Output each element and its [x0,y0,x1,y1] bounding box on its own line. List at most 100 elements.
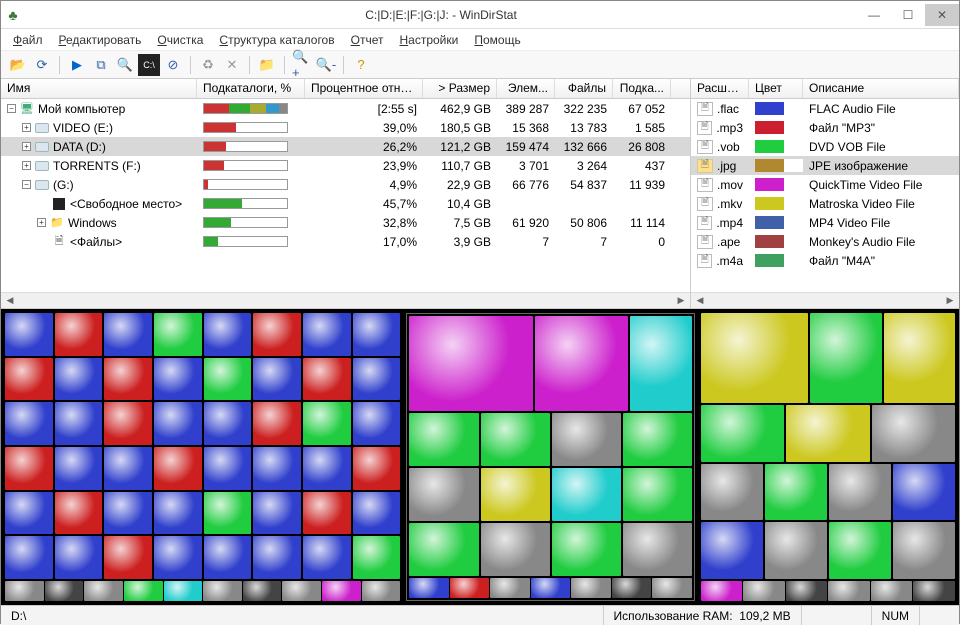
tree-row[interactable]: +VIDEO (E:)39,0%180,5 GB15 36813 7831 58… [1,118,690,137]
app-icon: ♣ [1,7,25,23]
ext-name: .m4a [716,254,743,268]
play-icon[interactable]: ▶ [66,54,88,76]
directory-tree-pane: Имя Подкаталоги, % Процентное отно... > … [1,79,691,308]
col-name[interactable]: Имя [1,79,197,98]
pct-bar [203,236,288,247]
ext-name: .mkv [717,197,742,211]
menu-structure[interactable]: Структура каталогов [213,31,340,49]
color-swatch [755,254,803,267]
explorer-icon[interactable]: 🔍 [114,54,136,76]
tree-row[interactable]: <Свободное место>45,7%10,4 GB [1,194,690,213]
cmd-icon[interactable]: C:\ [138,54,160,76]
row-sub: 67 052 [613,102,671,116]
zoom-in-icon[interactable]: 🔍+ [291,54,313,76]
col-pct[interactable]: Процентное отно... [305,79,423,98]
tree-row[interactable]: −(G:)4,9%22,9 GB66 77654 83711 939 [1,175,690,194]
row-pct: 39,0% [305,121,423,135]
recycle-icon[interactable]: ♻ [197,54,219,76]
tree-row[interactable]: +DATA (D:)26,2%121,2 GB159 474132 66626 … [1,137,690,156]
menu-file[interactable]: Файл [7,31,49,49]
ext-name: .flac [717,102,739,116]
tree-row[interactable]: +📁Windows32,8%7,5 GB61 92050 80611 114 [1,213,690,232]
color-swatch [755,216,803,229]
color-swatch [755,121,803,134]
scroll-left-icon[interactable]: ◀ [693,294,707,308]
col-color[interactable]: Цвет [749,79,803,98]
menu-settings[interactable]: Настройки [393,31,464,49]
filetype-icon: 🗎 [697,254,712,268]
ext-row[interactable]: 🗎.movQuickTime Video File [691,175,959,194]
statusbar: D:\ Использование RAM: 109,2 MB NUM [1,605,959,625]
color-swatch [755,235,803,248]
cancel-icon[interactable]: ✕ [221,54,243,76]
color-swatch [755,197,803,210]
row-pct: 23,9% [305,159,423,173]
maximize-button[interactable]: ☐ [891,4,925,26]
minimize-button[interactable]: — [857,4,891,26]
ext-row[interactable]: 🗎.apeMonkey's Audio File [691,232,959,251]
col-desc[interactable]: Описание [803,79,959,98]
ext-desc: Файл "MP3" [803,121,959,135]
ext-name: .mp3 [716,121,743,135]
row-size: 7,5 GB [423,216,497,230]
scroll-right-icon[interactable]: ▶ [943,294,957,308]
expander-icon[interactable]: + [37,218,46,227]
tree-hscroll[interactable]: ◀ ▶ [1,292,690,308]
help-icon[interactable]: ? [350,54,372,76]
ext-desc: Matroska Video File [803,197,959,211]
expander-icon[interactable]: − [22,180,31,189]
row-sub: 1 585 [613,121,671,135]
menu-edit[interactable]: Редактировать [53,31,148,49]
ext-row[interactable]: 🗎.m4aФайл "M4A" [691,251,959,270]
col-files[interactable]: Файлы [555,79,613,98]
ext-name: .ape [717,235,740,249]
expander-icon[interactable]: + [22,161,31,170]
tree-row[interactable]: +TORRENTS (F:)23,9%110,7 GB3 7013 264437 [1,156,690,175]
open-icon[interactable]: 📂 [7,54,29,76]
scroll-right-icon[interactable]: ▶ [674,294,688,308]
folder-icon[interactable]: 📁 [256,54,278,76]
col-subfolders[interactable]: Подка... [613,79,671,98]
filetype-icon: 🗎 [697,102,713,116]
separator [343,56,344,74]
status-ram: Использование RAM: 109,2 MB [603,606,801,625]
ext-row[interactable]: 🗎.vobDVD VOB File [691,137,959,156]
menu-report[interactable]: Отчет [345,31,390,49]
ext-row[interactable]: 🗎.jpgJPE изображение [691,156,959,175]
scroll-left-icon[interactable]: ◀ [3,294,17,308]
pct-bar [203,179,288,190]
col-subfolders-pct[interactable]: Подкаталоги, % [197,79,305,98]
treemap-pane-3[interactable] [701,313,955,601]
separator [249,56,250,74]
expander-icon[interactable]: + [22,142,31,151]
ext-row[interactable]: 🗎 .mkv Matroska Video File [691,194,959,213]
refresh-icon[interactable]: ⟳ [31,54,53,76]
menu-help[interactable]: Помощь [468,31,526,49]
treemap-pane-1[interactable] [5,313,400,601]
ext-hscroll[interactable]: ◀ ▶ [691,292,959,308]
ext-row[interactable]: 🗎.mp3Файл "MP3" [691,118,959,137]
drive-icon [35,159,49,173]
tree-row[interactable]: 🗎<Файлы>17,0%3,9 GB770 [1,232,690,251]
ext-desc: FLAC Audio File [803,102,959,116]
ext-row[interactable]: 🗎 .flac FLAC Audio File [691,99,959,118]
col-ext[interactable]: Расши... [691,79,749,98]
ext-row[interactable]: 🗎.mp4MP4 Video File [691,213,959,232]
close-button[interactable]: ✕ [925,4,959,26]
copy-icon[interactable]: ⧉ [90,54,112,76]
expander-icon[interactable]: + [22,123,31,132]
treemap[interactable] [1,309,959,605]
ext-body[interactable]: 🗎.flacFLAC Audio File🗎.mp3Файл "MP3"🗎.vo… [691,99,959,292]
row-size: 121,2 GB [423,140,497,154]
col-items[interactable]: Элем... [497,79,555,98]
treemap-pane-2[interactable] [406,313,694,601]
delete-icon[interactable]: ⊘ [162,54,184,76]
col-size[interactable]: > Размер [423,79,497,98]
row-name: Windows [68,216,117,230]
menu-cleanup[interactable]: Очистка [151,31,209,49]
expander-icon[interactable]: − [7,104,16,113]
zoom-out-icon[interactable]: 🔍- [315,54,337,76]
tree-body[interactable]: −🖥Мой компьютер[2:55 s]462,9 GB389 28732… [1,99,690,292]
filetype-icon: 🗎 [697,197,713,211]
tree-row[interactable]: −🖥Мой компьютер[2:55 s]462,9 GB389 28732… [1,99,690,118]
